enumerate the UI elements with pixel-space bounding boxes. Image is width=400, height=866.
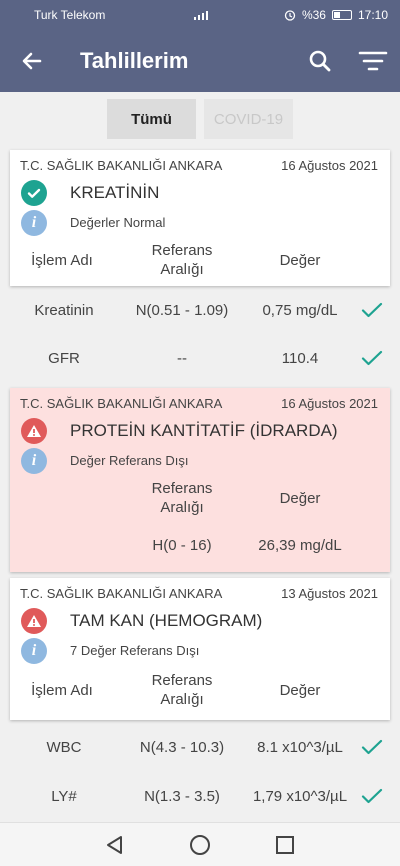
tab-all[interactable]: Tümü — [107, 99, 196, 139]
row-reference: N(4.3 - 10.3) — [139, 739, 225, 756]
status-bar: Turk Telekom %36 17:10 — [0, 0, 400, 30]
test-date: 16 Ağustos 2021 — [281, 396, 378, 411]
nav-home-icon[interactable] — [188, 833, 212, 857]
row-name: WBC — [46, 739, 82, 756]
result-status: Değerler Normal — [70, 215, 166, 230]
search-icon[interactable] — [306, 47, 334, 75]
check-icon — [361, 788, 383, 804]
institution-name: T.C. SAĞLIK BAKANLIĞI ANKARA — [20, 586, 223, 601]
column-header-value: Değer — [279, 490, 321, 507]
alarm-icon — [284, 10, 296, 21]
row-reference: H(0 - 16) — [152, 537, 212, 554]
check-icon — [361, 739, 383, 755]
nav-back-icon[interactable] — [103, 833, 127, 857]
test-card[interactable]: T.C. SAĞLIK BAKANLIĞI ANKARA 16 Ağustos … — [10, 150, 390, 286]
row-name: LY# — [51, 788, 77, 805]
nav-recents-icon[interactable] — [273, 833, 297, 857]
filter-icon[interactable] — [358, 49, 388, 73]
check-icon — [361, 302, 383, 318]
battery-icon — [331, 10, 352, 20]
row-value: 26,39 mg/dL — [258, 537, 342, 554]
info-icon[interactable]: i — [21, 210, 47, 236]
column-header-value: Değer — [279, 252, 321, 269]
table-row[interactable]: LY# N(1.3 - 3.5) 1,79 x10^3/µL — [0, 772, 400, 820]
tab-covid[interactable]: COVID-19 — [204, 99, 293, 139]
test-card[interactable]: T.C. SAĞLIK BAKANLIĞI ANKARA 16 Ağustos … — [10, 388, 390, 572]
institution-name: T.C. SAĞLIK BAKANLIĞI ANKARA — [20, 158, 223, 173]
row-name: Kreatinin — [34, 302, 94, 319]
warning-icon — [21, 418, 47, 444]
signal-icon — [193, 11, 208, 20]
check-icon — [361, 350, 383, 366]
back-arrow-icon[interactable] — [18, 47, 46, 75]
row-value: 1,79 x10^3/µL — [252, 788, 348, 805]
carrier-name: Turk Telekom — [34, 8, 106, 22]
test-name: KREATİNİN — [70, 183, 160, 202]
row-value: 110.4 — [281, 350, 319, 367]
column-header-reference: Referans Aralığı — [151, 242, 213, 278]
row-name: GFR — [48, 350, 80, 367]
info-icon[interactable]: i — [21, 638, 47, 664]
column-header-value: Değer — [279, 682, 321, 699]
test-date: 13 Ağustos 2021 — [281, 586, 378, 601]
table-row[interactable]: Kreatinin N(0.51 - 1.09) 0,75 mg/dL — [0, 287, 400, 335]
row-reference: N(1.3 - 3.5) — [144, 788, 220, 805]
row-value: 8.1 x10^3/µL — [257, 739, 343, 756]
battery-percent: %36 — [301, 8, 326, 22]
institution-name: T.C. SAĞLIK BAKANLIĞI ANKARA — [20, 396, 223, 411]
column-header-name: İşlem Adı — [31, 682, 93, 699]
system-nav-bar — [0, 822, 400, 866]
test-date: 16 Ağustos 2021 — [281, 158, 378, 173]
table-row[interactable]: WBC N(4.3 - 10.3) 8.1 x10^3/µL — [0, 724, 400, 772]
page-title: Tahlillerim — [80, 48, 189, 73]
test-name: PROTEİN KANTİTATİF (İDRARDA) — [70, 421, 338, 440]
test-card[interactable]: T.C. SAĞLIK BAKANLIĞI ANKARA 13 Ağustos … — [10, 578, 390, 720]
app-bar: Tahlillerim — [0, 30, 400, 92]
result-status: Değer Referans Dışı — [70, 453, 189, 468]
table-row[interactable]: GFR -- 110.4 — [0, 335, 400, 383]
clock: 17:10 — [357, 8, 388, 22]
row-reference: N(0.51 - 1.09) — [135, 302, 229, 319]
test-name: TAM KAN (HEMOGRAM) — [70, 611, 263, 630]
warning-icon — [21, 608, 47, 634]
result-status: 7 Değer Referans Dışı — [70, 643, 200, 658]
row-reference: -- — [177, 350, 187, 367]
info-icon[interactable]: i — [21, 448, 47, 474]
row-value: 0,75 mg/dL — [262, 302, 338, 319]
filter-tabs: Tümü COVID-19 — [0, 92, 400, 146]
check-circle-icon — [21, 180, 47, 206]
column-header-reference: Referans Aralığı — [151, 672, 213, 708]
column-header-name: İşlem Adı — [31, 252, 93, 269]
column-header-reference: Referans Aralığı — [151, 480, 213, 516]
